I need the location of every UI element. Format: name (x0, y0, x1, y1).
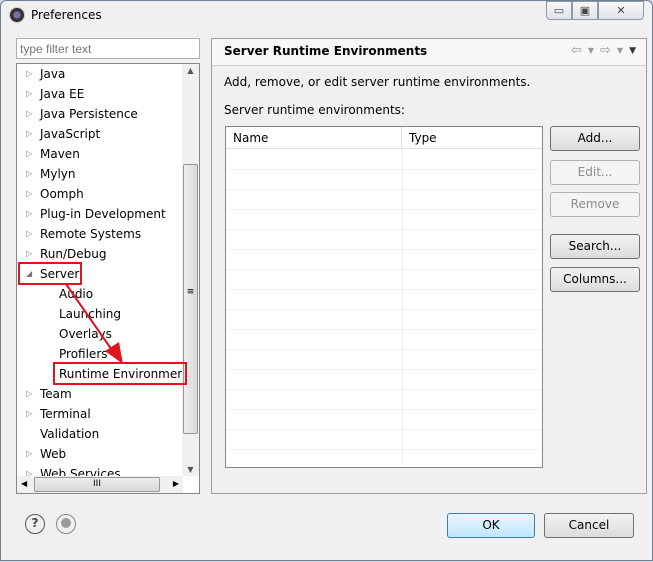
annotation-overlay (18, 262, 187, 385)
annotation-arrow (65, 283, 115, 354)
preferences-window: Preferences ▭ ▣ ✕ ▷Web Services▷WebValid… (0, 0, 653, 561)
runtime-highlight-box (53, 362, 187, 385)
server-highlight-box (18, 262, 82, 285)
